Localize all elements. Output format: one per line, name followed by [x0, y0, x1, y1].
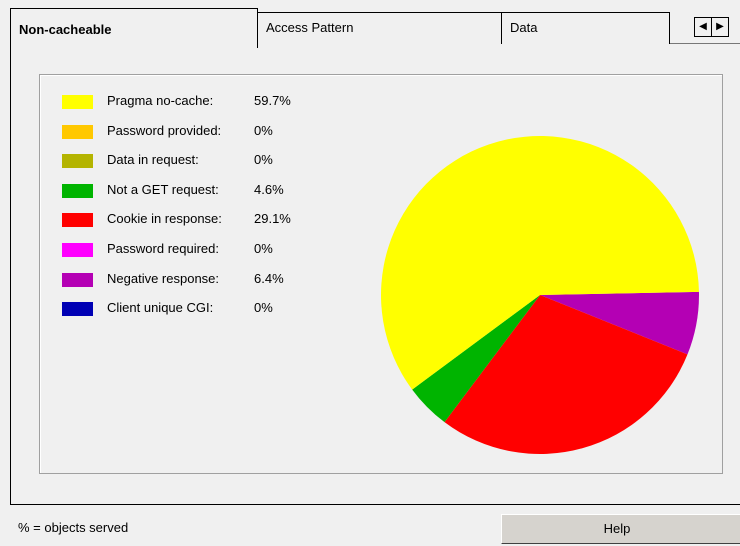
arrow-left-icon: ◀: [699, 21, 707, 32]
legend-value: 6.4%: [254, 270, 284, 286]
legend-swatch: [62, 272, 93, 287]
legend-label: Negative response:: [107, 270, 220, 286]
tab-data[interactable]: Data: [501, 12, 670, 44]
legend-value: 0%: [254, 122, 273, 138]
legend-swatch: [62, 242, 93, 257]
tab-scroll-right-button[interactable]: ▶: [711, 17, 729, 37]
legend-swatch: [62, 95, 93, 109]
tab-access-pattern[interactable]: Access Pattern: [257, 12, 502, 44]
legend-swatch: [62, 183, 93, 198]
legend-value: 0%: [254, 240, 273, 256]
legend-swatch: [62, 154, 93, 169]
legend-label: Client unique CGI:: [107, 300, 214, 316]
legend-label: Not a GET request:: [107, 181, 219, 197]
pie-chart: [381, 136, 700, 454]
tab-scroll-left-button[interactable]: ◀: [694, 17, 712, 37]
help-button[interactable]: Help: [501, 514, 740, 544]
legend-value: 4.6%: [254, 181, 284, 197]
legend-label: Password required:: [107, 240, 219, 256]
legend-label: Data in request:: [107, 152, 199, 168]
status-text: % = objects served: [18, 520, 129, 535]
legend-swatch: [62, 124, 93, 139]
arrow-right-icon: ▶: [716, 21, 724, 32]
legend-value: 29.1%: [254, 211, 291, 227]
tab-non-cacheable[interactable]: Non-cacheable: [10, 8, 258, 48]
legend-label: Password provided:: [107, 122, 222, 138]
legend-value: 59.7%: [254, 93, 291, 108]
legend-swatch: [62, 213, 93, 228]
legend-swatch: [62, 302, 93, 317]
legend-label: Cookie in response:: [107, 211, 222, 227]
legend-value: 0%: [254, 152, 273, 168]
legend-value: 0%: [254, 300, 273, 316]
legend-label: Pragma no-cache:: [107, 93, 214, 108]
